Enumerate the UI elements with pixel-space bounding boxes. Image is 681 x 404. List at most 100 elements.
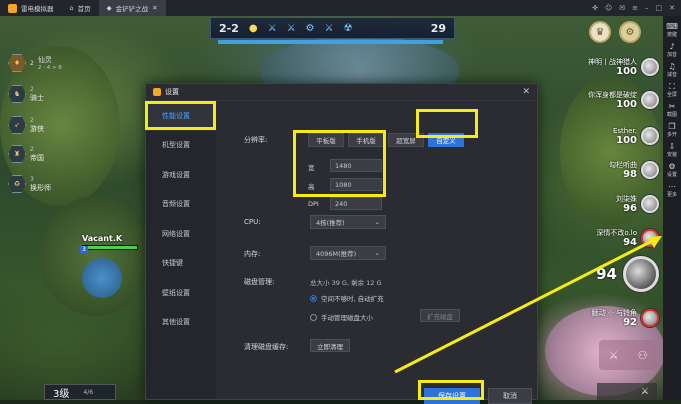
nav-device-model[interactable]: 机型设置	[146, 131, 216, 161]
dialog-title: 设置	[165, 88, 179, 96]
cpu-select[interactable]: 4核(推荐) ⌄	[310, 215, 386, 229]
minimize-icon[interactable]: –	[645, 4, 649, 12]
scoreboard-row[interactable]: 你浑身都是破绽 100	[588, 90, 659, 110]
sword-icon: ⚔	[267, 22, 277, 34]
scoreboard-row[interactable]: 勾栏听曲 98	[609, 160, 659, 180]
bottom-right-button[interactable]: ⚔	[597, 383, 657, 400]
dpi-field[interactable]: 240	[330, 197, 382, 210]
toolbar-multi[interactable]: ❐ 多开	[667, 122, 677, 138]
scoreboard-hp: 100	[616, 135, 637, 146]
avatar	[641, 91, 659, 109]
sword-icon: ⚔	[286, 22, 296, 34]
clear-cache-button[interactable]: 立即清理	[310, 339, 350, 352]
account-icon[interactable]: ☺	[605, 4, 612, 12]
gear-icon: ⚙	[668, 162, 676, 171]
score-left: 2-2	[219, 21, 239, 35]
player-level-badge: 3	[80, 246, 88, 253]
toolbar-label: 全屏	[666, 92, 677, 98]
memory-select[interactable]: 4096M(推荐) ⌄	[310, 246, 386, 260]
toolbar-label: 多开	[666, 132, 677, 138]
toolbar-label: 设置	[666, 172, 677, 178]
trait-shapeshifter[interactable]: ♻ 3 换形师	[8, 175, 51, 193]
level-panel: 3级 4/6	[44, 384, 116, 400]
toolbar-settings[interactable]: ⚙ 设置	[667, 162, 677, 178]
emulator-app-tab[interactable]: 雷电模拟器	[0, 0, 62, 16]
group-emote-icon[interactable]: ⚇	[638, 349, 648, 362]
tab-game[interactable]: ◆ 金铲铲之战 ✕	[98, 0, 166, 16]
avatar	[641, 161, 659, 179]
emblem-icon[interactable]: ♛	[589, 21, 611, 43]
trait-hex-icon: ♻	[8, 175, 26, 193]
scoreboard-row[interactable]: 腼动 ⊹ 与铃角 92	[592, 308, 659, 328]
score-right: 29	[430, 21, 446, 35]
tab-close-icon[interactable]: ✕	[152, 4, 157, 12]
more-icon: ⋯	[667, 182, 676, 191]
nav-audio[interactable]: 音频设置	[146, 190, 216, 220]
level-label: 3级	[53, 388, 70, 400]
toolbar-volume-down[interactable]: ♫ 减音	[667, 62, 677, 78]
highlight-resolution-fields	[293, 130, 386, 197]
home-icon: ⌂	[69, 4, 74, 12]
nav-network[interactable]: 网络设置	[146, 219, 216, 249]
avatar	[641, 127, 659, 145]
scoreboard-row[interactable]: Esther. 100	[613, 126, 659, 146]
swords-emote-icon[interactable]: ⚔	[609, 349, 619, 362]
scoreboard-row[interactable]: 刘柒姝 96	[616, 194, 659, 214]
toolbar-fullscreen[interactable]: ⛶ 全屏	[667, 82, 677, 98]
disk-manual-radio[interactable]: 手动管理磁盘大小	[310, 312, 373, 322]
nav-wallpaper[interactable]: 壁纸设置	[146, 278, 216, 308]
trait-knight[interactable]: ♞ 2 骑士	[8, 85, 44, 103]
nav-shortcuts[interactable]: 快捷键	[146, 249, 216, 279]
nav-other[interactable]: 其他设置	[146, 308, 216, 338]
trait-count: 3	[30, 175, 34, 183]
cancel-button[interactable]: 取消	[488, 388, 532, 404]
menu-icon[interactable]: ≡	[632, 4, 638, 12]
trait-primary[interactable]: ♦ 2 仙灵 2 - 4 > 6	[8, 54, 62, 72]
trait-name: 帝国	[30, 153, 44, 162]
trait-count: 2	[30, 145, 34, 153]
maximize-icon[interactable]: □	[656, 4, 663, 12]
scoreboard-row-self[interactable]: 94	[596, 256, 659, 292]
trait-name: 仙灵	[37, 56, 52, 64]
trait-empire[interactable]: ♜ 2 帝国	[8, 145, 44, 163]
player-unit[interactable]: Vacant.K 3	[80, 234, 138, 298]
scoreboard-hp: 96	[623, 203, 637, 214]
cpu-value: 4核(推荐)	[316, 219, 345, 227]
player-health-bar	[82, 245, 138, 250]
nav-game[interactable]: 游戏设置	[146, 160, 216, 190]
toolbar-volume-up[interactable]: ♪ 加音	[667, 42, 677, 58]
trait-hex-icon: ♜	[8, 145, 26, 163]
disk-option-label: 手动管理磁盘大小	[321, 314, 373, 322]
player-name: Vacant.K	[82, 234, 123, 243]
toolbar-screenshot[interactable]: ✂ 截图	[667, 102, 677, 118]
emulator-logo-icon	[8, 3, 17, 13]
gear-icon[interactable]: ⚙	[619, 21, 641, 43]
sword-icon: ⚔	[324, 22, 334, 34]
scoreboard-row[interactable]: 深情不改o.lo 94	[596, 228, 659, 248]
scoreboard-hp: 100	[616, 66, 637, 77]
toolbar-more[interactable]: ⋯ 更多	[667, 182, 677, 198]
toolbar-keyboard[interactable]: ⌨ 按键	[666, 22, 678, 38]
close-icon[interactable]: ✕	[522, 87, 530, 97]
cpu-label: CPU:	[244, 218, 261, 226]
trait-ranger[interactable]: ➶ 2 游侠	[8, 116, 44, 134]
disk-auto-expand-radio[interactable]: 空间不够时, 自动扩充	[310, 293, 384, 303]
scoreboard-hp: 100	[616, 99, 637, 110]
close-icon[interactable]: ✕	[669, 4, 675, 12]
gamepad-icon[interactable]: ✜	[592, 4, 598, 12]
toolbar-install[interactable]: ⇩ 安装	[667, 142, 677, 158]
chevron-down-icon: ⌄	[374, 218, 380, 226]
disk-label: 磁盘管理:	[244, 278, 275, 286]
avatar	[641, 58, 659, 76]
tab-home[interactable]: ⌂ 首页	[62, 0, 99, 16]
radio-unchecked-icon	[310, 313, 317, 321]
scoreboard-row[interactable]: 神明丨战神猎人 100	[588, 57, 659, 77]
round-score-panel: 2-2 ● ⚔ ⚔ ⚙ ⚔ ☢ 29	[210, 17, 455, 39]
trait-name: 换形师	[30, 183, 51, 192]
xp-value: 4/6	[83, 388, 94, 396]
install-icon: ⇩	[668, 142, 676, 151]
mail-icon[interactable]: ✉	[619, 4, 625, 12]
expand-disk-button[interactable]: 扩充磁盘	[420, 309, 460, 322]
emulator-app-title: 雷电模拟器	[21, 5, 54, 13]
avatar	[641, 195, 659, 213]
